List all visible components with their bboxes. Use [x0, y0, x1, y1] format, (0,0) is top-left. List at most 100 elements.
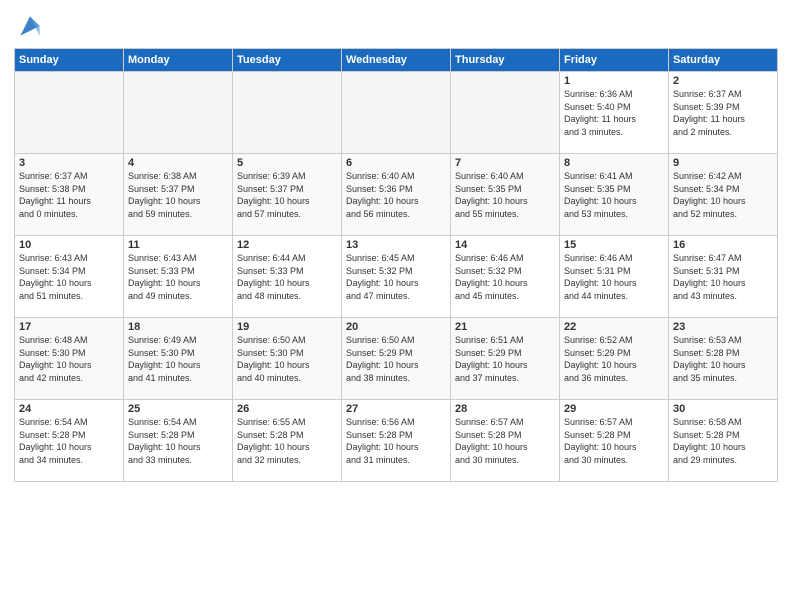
day-info: Sunrise: 6:37 AM Sunset: 5:39 PM Dayligh… [673, 88, 773, 138]
calendar-cell: 21Sunrise: 6:51 AM Sunset: 5:29 PM Dayli… [451, 318, 560, 400]
day-number: 20 [346, 321, 446, 333]
calendar-cell: 24Sunrise: 6:54 AM Sunset: 5:28 PM Dayli… [15, 400, 124, 482]
calendar-cell: 15Sunrise: 6:46 AM Sunset: 5:31 PM Dayli… [560, 236, 669, 318]
day-number: 13 [346, 239, 446, 251]
day-number: 2 [673, 75, 773, 87]
calendar-cell: 19Sunrise: 6:50 AM Sunset: 5:30 PM Dayli… [233, 318, 342, 400]
day-info: Sunrise: 6:45 AM Sunset: 5:32 PM Dayligh… [346, 252, 446, 302]
calendar-cell: 26Sunrise: 6:55 AM Sunset: 5:28 PM Dayli… [233, 400, 342, 482]
calendar-cell [342, 72, 451, 154]
day-info: Sunrise: 6:54 AM Sunset: 5:28 PM Dayligh… [19, 416, 119, 466]
day-number: 25 [128, 403, 228, 415]
calendar-cell [233, 72, 342, 154]
calendar-cell: 20Sunrise: 6:50 AM Sunset: 5:29 PM Dayli… [342, 318, 451, 400]
day-number: 23 [673, 321, 773, 333]
day-number: 4 [128, 157, 228, 169]
day-number: 27 [346, 403, 446, 415]
day-number: 7 [455, 157, 555, 169]
day-info: Sunrise: 6:57 AM Sunset: 5:28 PM Dayligh… [564, 416, 664, 466]
day-info: Sunrise: 6:43 AM Sunset: 5:34 PM Dayligh… [19, 252, 119, 302]
calendar-cell [451, 72, 560, 154]
day-number: 12 [237, 239, 337, 251]
calendar-week-3: 10Sunrise: 6:43 AM Sunset: 5:34 PM Dayli… [15, 236, 778, 318]
day-number: 19 [237, 321, 337, 333]
day-info: Sunrise: 6:52 AM Sunset: 5:29 PM Dayligh… [564, 334, 664, 384]
calendar-table: SundayMondayTuesdayWednesdayThursdayFrid… [14, 48, 778, 482]
calendar-cell: 28Sunrise: 6:57 AM Sunset: 5:28 PM Dayli… [451, 400, 560, 482]
day-info: Sunrise: 6:48 AM Sunset: 5:30 PM Dayligh… [19, 334, 119, 384]
calendar-week-2: 3Sunrise: 6:37 AM Sunset: 5:38 PM Daylig… [15, 154, 778, 236]
calendar-cell: 16Sunrise: 6:47 AM Sunset: 5:31 PM Dayli… [669, 236, 778, 318]
day-info: Sunrise: 6:50 AM Sunset: 5:30 PM Dayligh… [237, 334, 337, 384]
day-info: Sunrise: 6:50 AM Sunset: 5:29 PM Dayligh… [346, 334, 446, 384]
day-number: 22 [564, 321, 664, 333]
calendar-cell: 4Sunrise: 6:38 AM Sunset: 5:37 PM Daylig… [124, 154, 233, 236]
day-number: 5 [237, 157, 337, 169]
day-info: Sunrise: 6:37 AM Sunset: 5:38 PM Dayligh… [19, 170, 119, 220]
calendar-cell: 12Sunrise: 6:44 AM Sunset: 5:33 PM Dayli… [233, 236, 342, 318]
logo-icon [14, 10, 46, 42]
calendar-header-saturday: Saturday [669, 49, 778, 72]
day-info: Sunrise: 6:41 AM Sunset: 5:35 PM Dayligh… [564, 170, 664, 220]
day-info: Sunrise: 6:49 AM Sunset: 5:30 PM Dayligh… [128, 334, 228, 384]
day-number: 10 [19, 239, 119, 251]
day-number: 21 [455, 321, 555, 333]
day-number: 9 [673, 157, 773, 169]
day-info: Sunrise: 6:46 AM Sunset: 5:32 PM Dayligh… [455, 252, 555, 302]
calendar-cell: 23Sunrise: 6:53 AM Sunset: 5:28 PM Dayli… [669, 318, 778, 400]
calendar-cell: 25Sunrise: 6:54 AM Sunset: 5:28 PM Dayli… [124, 400, 233, 482]
calendar-cell: 11Sunrise: 6:43 AM Sunset: 5:33 PM Dayli… [124, 236, 233, 318]
day-info: Sunrise: 6:55 AM Sunset: 5:28 PM Dayligh… [237, 416, 337, 466]
day-info: Sunrise: 6:47 AM Sunset: 5:31 PM Dayligh… [673, 252, 773, 302]
day-number: 1 [564, 75, 664, 87]
day-number: 17 [19, 321, 119, 333]
day-number: 14 [455, 239, 555, 251]
day-number: 11 [128, 239, 228, 251]
calendar-cell: 10Sunrise: 6:43 AM Sunset: 5:34 PM Dayli… [15, 236, 124, 318]
calendar-cell: 30Sunrise: 6:58 AM Sunset: 5:28 PM Dayli… [669, 400, 778, 482]
day-info: Sunrise: 6:40 AM Sunset: 5:36 PM Dayligh… [346, 170, 446, 220]
day-number: 29 [564, 403, 664, 415]
calendar-cell: 17Sunrise: 6:48 AM Sunset: 5:30 PM Dayli… [15, 318, 124, 400]
day-number: 30 [673, 403, 773, 415]
calendar-header-friday: Friday [560, 49, 669, 72]
calendar-header-sunday: Sunday [15, 49, 124, 72]
day-number: 26 [237, 403, 337, 415]
calendar-cell [124, 72, 233, 154]
day-info: Sunrise: 6:39 AM Sunset: 5:37 PM Dayligh… [237, 170, 337, 220]
calendar-cell: 29Sunrise: 6:57 AM Sunset: 5:28 PM Dayli… [560, 400, 669, 482]
day-info: Sunrise: 6:53 AM Sunset: 5:28 PM Dayligh… [673, 334, 773, 384]
day-number: 6 [346, 157, 446, 169]
day-number: 8 [564, 157, 664, 169]
day-info: Sunrise: 6:56 AM Sunset: 5:28 PM Dayligh… [346, 416, 446, 466]
day-info: Sunrise: 6:36 AM Sunset: 5:40 PM Dayligh… [564, 88, 664, 138]
header [14, 10, 778, 42]
calendar-cell: 3Sunrise: 6:37 AM Sunset: 5:38 PM Daylig… [15, 154, 124, 236]
day-info: Sunrise: 6:43 AM Sunset: 5:33 PM Dayligh… [128, 252, 228, 302]
day-info: Sunrise: 6:51 AM Sunset: 5:29 PM Dayligh… [455, 334, 555, 384]
calendar-cell: 2Sunrise: 6:37 AM Sunset: 5:39 PM Daylig… [669, 72, 778, 154]
day-number: 15 [564, 239, 664, 251]
day-info: Sunrise: 6:58 AM Sunset: 5:28 PM Dayligh… [673, 416, 773, 466]
day-info: Sunrise: 6:40 AM Sunset: 5:35 PM Dayligh… [455, 170, 555, 220]
day-number: 28 [455, 403, 555, 415]
page: SundayMondayTuesdayWednesdayThursdayFrid… [0, 0, 792, 492]
day-number: 3 [19, 157, 119, 169]
calendar-cell: 18Sunrise: 6:49 AM Sunset: 5:30 PM Dayli… [124, 318, 233, 400]
calendar-cell: 13Sunrise: 6:45 AM Sunset: 5:32 PM Dayli… [342, 236, 451, 318]
calendar-cell: 6Sunrise: 6:40 AM Sunset: 5:36 PM Daylig… [342, 154, 451, 236]
day-number: 24 [19, 403, 119, 415]
calendar-week-5: 24Sunrise: 6:54 AM Sunset: 5:28 PM Dayli… [15, 400, 778, 482]
calendar-cell: 9Sunrise: 6:42 AM Sunset: 5:34 PM Daylig… [669, 154, 778, 236]
day-info: Sunrise: 6:42 AM Sunset: 5:34 PM Dayligh… [673, 170, 773, 220]
calendar-cell: 1Sunrise: 6:36 AM Sunset: 5:40 PM Daylig… [560, 72, 669, 154]
day-info: Sunrise: 6:44 AM Sunset: 5:33 PM Dayligh… [237, 252, 337, 302]
calendar-header-thursday: Thursday [451, 49, 560, 72]
calendar-cell: 22Sunrise: 6:52 AM Sunset: 5:29 PM Dayli… [560, 318, 669, 400]
calendar-cell: 5Sunrise: 6:39 AM Sunset: 5:37 PM Daylig… [233, 154, 342, 236]
calendar-header-monday: Monday [124, 49, 233, 72]
calendar-cell: 8Sunrise: 6:41 AM Sunset: 5:35 PM Daylig… [560, 154, 669, 236]
calendar-header-wednesday: Wednesday [342, 49, 451, 72]
calendar-cell: 14Sunrise: 6:46 AM Sunset: 5:32 PM Dayli… [451, 236, 560, 318]
day-info: Sunrise: 6:46 AM Sunset: 5:31 PM Dayligh… [564, 252, 664, 302]
